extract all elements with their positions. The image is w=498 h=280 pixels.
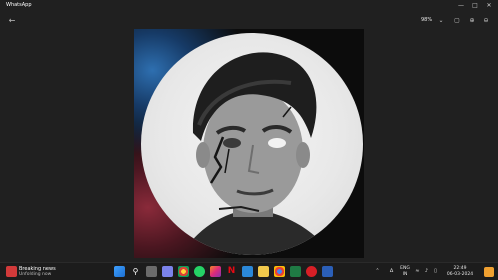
- zoom-in-icon[interactable]: ⊕: [467, 16, 477, 25]
- search-icon[interactable]: ⚲: [130, 266, 141, 277]
- microsoft-store-icon[interactable]: [242, 266, 253, 277]
- battery-icon[interactable]: ▯: [432, 268, 439, 275]
- title-bar: WhatsApp — □ ✕: [0, 0, 498, 13]
- netflix-icon[interactable]: N: [226, 266, 237, 277]
- fit-screen-icon[interactable]: ▢: [452, 16, 462, 25]
- language-top[interactable]: ENG: [398, 266, 412, 271]
- minimize-icon[interactable]: —: [454, 1, 468, 11]
- clock-date[interactable]: 06-03-2024: [440, 272, 480, 277]
- window-title: WhatsApp: [6, 2, 32, 8]
- speaker-icon[interactable]: ♪: [423, 268, 430, 275]
- word-icon[interactable]: [322, 266, 333, 277]
- clock-time[interactable]: 22:49: [440, 266, 480, 271]
- teams-icon[interactable]: [162, 266, 173, 277]
- close-icon[interactable]: ✕: [482, 1, 496, 11]
- file-explorer-icon[interactable]: [258, 266, 269, 277]
- task-view-icon[interactable]: [146, 266, 157, 277]
- news-subtitle[interactable]: Unfolding now: [19, 272, 51, 277]
- chevron-up-icon[interactable]: ⌃: [374, 268, 381, 275]
- profile-photo: [134, 29, 364, 258]
- chevron-down-icon[interactable]: ⌄: [436, 16, 446, 25]
- language-bottom[interactable]: IN: [398, 272, 412, 277]
- news-widget-icon[interactable]: [6, 266, 17, 277]
- media-viewer-toolbar: ← 98% ⌄ ▢ ⊕ ⊖: [0, 13, 498, 28]
- chrome-icon[interactable]: [178, 266, 189, 277]
- notification-icon[interactable]: [484, 267, 494, 277]
- wifi-icon[interactable]: ≈: [414, 268, 421, 275]
- taskbar: Breaking news Unfolding now ⚲ N ⌃ ∆ ENG …: [0, 262, 498, 280]
- google-chrome-icon[interactable]: [274, 266, 285, 277]
- excel-icon[interactable]: [290, 266, 301, 277]
- start-icon[interactable]: [114, 266, 125, 277]
- maximize-icon[interactable]: □: [468, 1, 482, 11]
- usb-icon[interactable]: ∆: [388, 268, 395, 275]
- portrait-illustration: [181, 52, 331, 255]
- opera-icon[interactable]: [306, 266, 317, 277]
- zoom-out-icon[interactable]: ⊖: [481, 16, 491, 25]
- back-arrow-icon[interactable]: ←: [6, 15, 18, 26]
- whatsapp-window: WhatsApp — □ ✕ ← 98% ⌄ ▢ ⊕ ⊖: [0, 0, 498, 262]
- whatsapp-icon[interactable]: [194, 266, 205, 277]
- instagram-icon[interactable]: [210, 266, 221, 277]
- profile-photo-circle: [141, 33, 363, 255]
- zoom-level[interactable]: 98%: [421, 17, 432, 23]
